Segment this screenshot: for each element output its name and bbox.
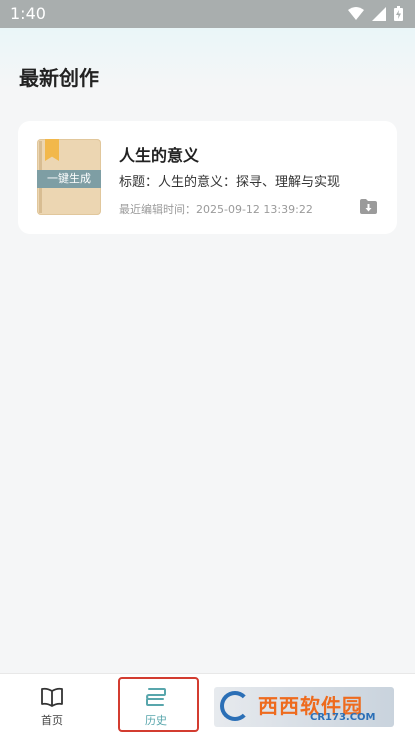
bookmark-ribbon [45, 139, 59, 161]
card-subtitle: 标题：人生的意义：探寻、理解与实现 [119, 175, 341, 190]
status-icons [348, 6, 403, 21]
cover-label: 一键生成 [37, 170, 101, 188]
highlight-box [118, 677, 199, 732]
creation-card[interactable]: 一键生成 人生的意义 标题：人生的意义：探寻、理解与实现 最近编辑时间：2025… [18, 121, 397, 234]
book-cover: 一键生成 [37, 139, 101, 215]
battery-icon [394, 6, 403, 21]
book-icon [41, 687, 63, 707]
cell-signal-icon [372, 6, 386, 21]
wifi-icon [348, 6, 364, 20]
status-time: 1:40 [10, 4, 46, 23]
logo-c-icon [220, 691, 250, 721]
nav-label-home: 首页 [41, 714, 63, 727]
watermark-site: CR173.COM [310, 712, 376, 723]
nav-item-home[interactable]: 首页 [0, 674, 104, 734]
last-edited-time: 最近编辑时间：2025-09-12 13:39:22 [119, 203, 313, 216]
page-title: 最新创作 [19, 66, 99, 90]
download-icon[interactable] [360, 199, 377, 214]
status-bar: 1:40 [0, 0, 415, 28]
card-title: 人生的意义 [119, 146, 200, 165]
watermark-logo: 西西软件园 CR173.COM [214, 687, 394, 727]
